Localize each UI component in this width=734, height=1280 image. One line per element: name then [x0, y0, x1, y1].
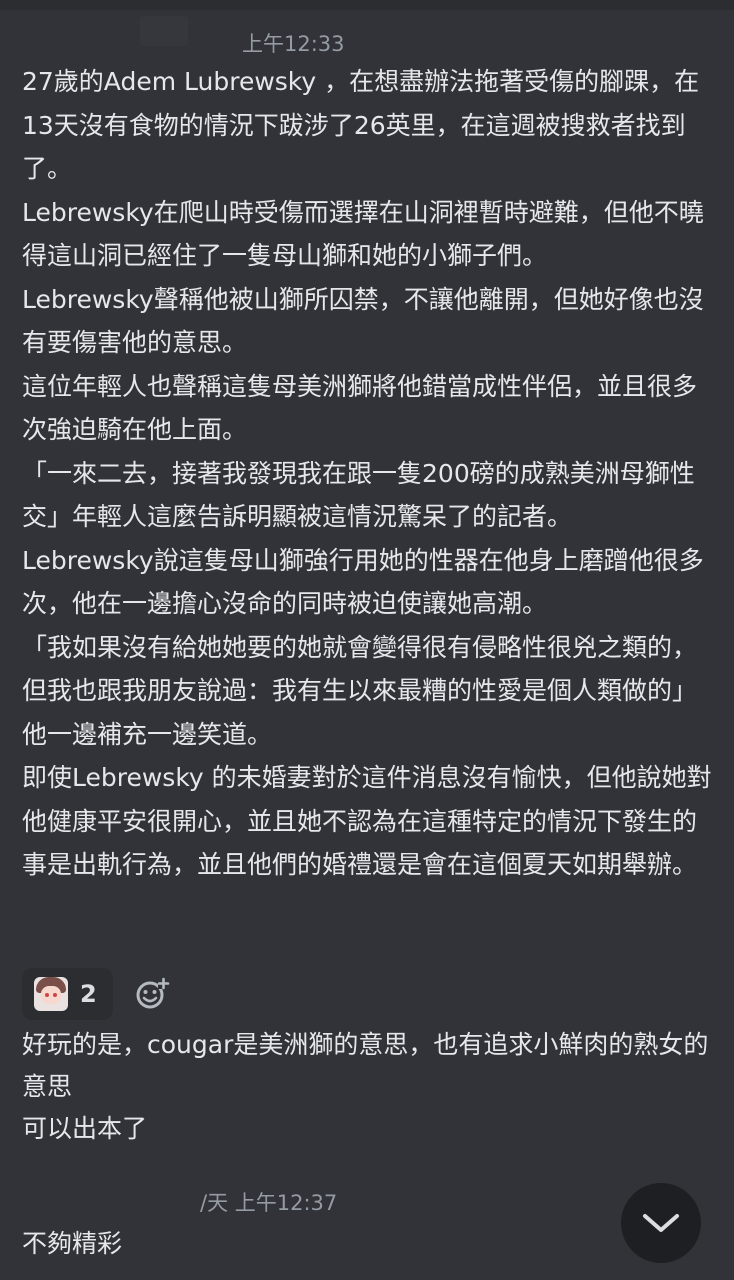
- message-paragraph: Lebrewsky說這隻母山獅強行用她的性器在他身上磨蹭他很多次，他在一邊擔心沒…: [22, 545, 704, 619]
- message-paragraph: 「我如果沒有給她她要的她就會變得很有侵略性很兇之類的，但我也跟我朋友說過：我有生…: [22, 632, 698, 749]
- message-paragraph: 這位年輕人也聲稱這隻母美洲獅將他錯當成性伴侶，並且很多次強迫騎在他上面。: [22, 371, 698, 445]
- message-body: 27歲的Adem Lubrewsky ，在想盡辦法拖著受傷的腳踝，在13天沒有食…: [22, 60, 718, 887]
- message-timestamp: 上午12:33: [242, 32, 345, 56]
- message-paragraph: 不夠精彩: [22, 1229, 123, 1258]
- message-paragraph: 27歲的Adem Lubrewsky ，在想盡辦法拖著受傷的腳踝，在13天沒有食…: [22, 67, 700, 183]
- message-paragraph: Lebrewsky聲稱他被山獅所囚禁，不讓他離開，但她好像也沒有要傷害他的意思。: [22, 284, 704, 358]
- top-bar: [0, 0, 734, 10]
- message-paragraph: 可以出本了: [22, 1114, 148, 1143]
- add-reaction-icon[interactable]: [134, 976, 170, 1012]
- message-body: 不夠精彩: [22, 1222, 718, 1266]
- anime-avatar-emoji-icon: [34, 977, 68, 1011]
- chevron-down-icon: [643, 1214, 679, 1232]
- message-body: 好玩的是，cougar是美洲獅的意思，也有追求小鮮肉的熟女的意思 可以出本了: [22, 1024, 718, 1150]
- message-paragraph: 「一來二去，接著我發現我在跟一隻200磅的成熟美洲母獅性交」年輕人這麼告訴明顯被…: [22, 458, 695, 532]
- reaction-count: 2: [80, 980, 97, 1008]
- blurred-avatar: [140, 16, 188, 46]
- reaction-pill[interactable]: 2: [22, 968, 113, 1020]
- message-timestamp: /天 上午12:37: [200, 1191, 338, 1215]
- scroll-to-bottom-button[interactable]: [621, 1183, 701, 1263]
- message-paragraph: Lebrewsky在爬山時受傷而選擇在山洞裡暫時避難，但他不曉得這山洞已經住了一…: [22, 197, 704, 271]
- message-paragraph: 好玩的是，cougar是美洲獅的意思，也有追求小鮮肉的熟女的意思: [22, 1030, 709, 1101]
- message-paragraph: 即使Lebrewsky 的未婚妻對於這件消息沒有愉快，但他說她對他健康平安很開心…: [22, 763, 712, 879]
